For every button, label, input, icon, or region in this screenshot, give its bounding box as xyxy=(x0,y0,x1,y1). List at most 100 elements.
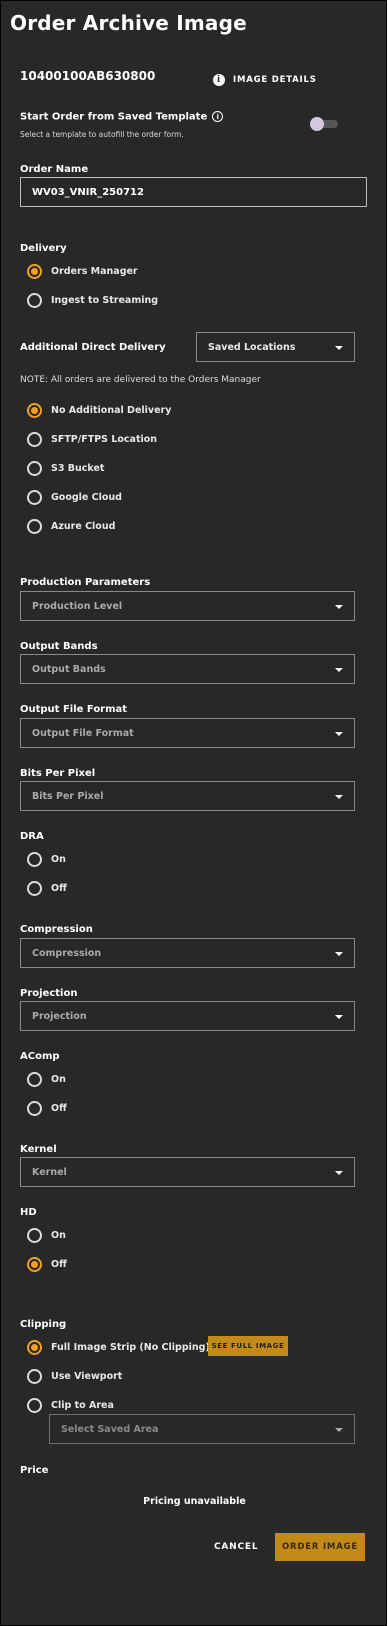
delivery-label: Delivery xyxy=(20,243,67,254)
compression-label: Compression xyxy=(20,924,93,935)
delivery-option-orders-manager[interactable]: Orders Manager xyxy=(27,264,138,279)
acomp-option-off[interactable]: Off xyxy=(27,1101,67,1116)
production-label: Production Parameters xyxy=(20,577,151,588)
output-format-select[interactable]: Output File Format xyxy=(20,718,355,748)
radio[interactable] xyxy=(27,1398,42,1413)
select-value: Select Saved Area xyxy=(61,1424,159,1435)
radio-label: No Additional Delivery xyxy=(51,405,172,416)
see-full-image-button[interactable]: SEE FULL IMAGE xyxy=(208,1336,288,1356)
kernel-label: Kernel xyxy=(20,1144,57,1155)
select-value: Projection xyxy=(32,1011,87,1022)
radio-label: Google Cloud xyxy=(51,492,122,503)
select-value: Kernel xyxy=(32,1167,67,1178)
hd-option-on[interactable]: On xyxy=(27,1228,66,1243)
select-value: Compression xyxy=(32,948,102,959)
radio-label: Clip to Area xyxy=(51,1400,114,1411)
caret-down-icon xyxy=(335,346,343,350)
radio[interactable] xyxy=(27,461,42,476)
radio-selected[interactable] xyxy=(27,264,42,279)
radio-label: Orders Manager xyxy=(51,266,138,277)
radio-label: Use Viewport xyxy=(51,1371,123,1382)
caret-down-icon xyxy=(335,795,343,799)
hd-label: HD xyxy=(20,1207,37,1218)
projection-select[interactable]: Projection xyxy=(20,1001,355,1031)
clipping-option-full-strip[interactable]: Full Image Strip (No Clipping) xyxy=(27,1340,210,1355)
dra-option-on[interactable]: On xyxy=(27,852,66,867)
additional-option-s3[interactable]: S3 Bucket xyxy=(27,461,104,476)
output-bands-select[interactable]: Output Bands xyxy=(20,654,355,684)
radio-label: Ingest to Streaming xyxy=(51,295,159,306)
info-icon: i xyxy=(213,74,225,86)
radio[interactable] xyxy=(27,881,42,896)
radio-label: Azure Cloud xyxy=(51,521,116,532)
radio[interactable] xyxy=(27,490,42,505)
clipping-label: Clipping xyxy=(20,1319,67,1330)
template-toggle[interactable] xyxy=(310,117,338,131)
radio[interactable] xyxy=(27,1228,42,1243)
order-name-label: Order Name xyxy=(20,164,89,175)
dra-option-off[interactable]: Off xyxy=(27,881,67,896)
radio-label: Off xyxy=(51,1259,67,1270)
radio[interactable] xyxy=(27,852,42,867)
select-value: Output Bands xyxy=(32,664,106,675)
saved-locations-select[interactable]: Saved Locations xyxy=(196,332,355,362)
price-label: Price xyxy=(20,1465,49,1476)
clipping-option-viewport[interactable]: Use Viewport xyxy=(27,1369,122,1384)
caret-down-icon xyxy=(335,1171,343,1175)
caret-down-icon xyxy=(335,1428,343,1432)
bits-per-pixel-select[interactable]: Bits Per Pixel xyxy=(20,781,355,811)
bits-per-pixel-label: Bits Per Pixel xyxy=(20,768,96,779)
radio-label: On xyxy=(51,1074,66,1085)
additional-option-none[interactable]: No Additional Delivery xyxy=(27,403,171,418)
radio[interactable] xyxy=(27,1369,42,1384)
order-image-button[interactable]: ORDER IMAGE xyxy=(275,1533,365,1561)
radio[interactable] xyxy=(27,1101,42,1116)
output-format-label: Output File Format xyxy=(20,704,128,715)
radio-label: On xyxy=(51,854,66,865)
radio[interactable] xyxy=(27,432,42,447)
select-value: Saved Locations xyxy=(208,342,296,353)
additional-option-google-cloud[interactable]: Google Cloud xyxy=(27,490,122,505)
radio-label: SFTP/FTPS Location xyxy=(51,434,158,445)
additional-option-sftp[interactable]: SFTP/FTPS Location xyxy=(27,432,157,447)
additional-delivery-label: Additional Direct Delivery xyxy=(20,342,166,353)
caret-down-icon xyxy=(335,605,343,609)
hd-option-off[interactable]: Off xyxy=(27,1257,67,1272)
radio[interactable] xyxy=(27,293,42,308)
output-bands-label: Output Bands xyxy=(20,641,98,652)
saved-area-select[interactable]: Select Saved Area xyxy=(49,1414,355,1444)
radio-selected[interactable] xyxy=(27,1340,42,1355)
caret-down-icon xyxy=(335,1015,343,1019)
radio[interactable] xyxy=(27,1072,42,1087)
image-details-label: IMAGE DETAILS xyxy=(233,75,317,85)
template-label: Start Order from Saved Template i xyxy=(20,111,224,123)
radio-selected[interactable] xyxy=(27,403,42,418)
kernel-select[interactable]: Kernel xyxy=(20,1157,355,1187)
image-details-button[interactable]: i IMAGE DETAILS xyxy=(213,74,317,86)
radio-label: Full Image Strip (No Clipping) xyxy=(51,1342,210,1353)
order-name-input[interactable] xyxy=(20,177,367,207)
radio-label: On xyxy=(51,1230,66,1241)
additional-option-azure-cloud[interactable]: Azure Cloud xyxy=(27,519,115,534)
select-value: Output File Format xyxy=(32,728,134,739)
info-outline-icon[interactable]: i xyxy=(212,111,224,122)
clipping-option-clip-area[interactable]: Clip to Area xyxy=(27,1398,114,1413)
pricing-status: Pricing unavailable xyxy=(143,1496,246,1507)
delivery-option-ingest-streaming[interactable]: Ingest to Streaming xyxy=(27,293,158,308)
catalog-id: 10400100AB630800 xyxy=(20,69,156,83)
caret-down-icon xyxy=(335,952,343,956)
compression-select[interactable]: Compression xyxy=(20,938,355,968)
toggle-knob xyxy=(310,117,324,131)
select-value: Bits Per Pixel xyxy=(32,791,104,802)
acomp-label: AComp xyxy=(20,1051,60,1062)
acomp-option-on[interactable]: On xyxy=(27,1072,66,1087)
cancel-button[interactable]: CANCEL xyxy=(214,1542,258,1552)
radio-selected[interactable] xyxy=(27,1257,42,1272)
caret-down-icon xyxy=(335,668,343,672)
radio[interactable] xyxy=(27,519,42,534)
select-value: Production Level xyxy=(32,601,123,612)
panel-title: Order Archive Image xyxy=(10,11,247,35)
production-level-select[interactable]: Production Level xyxy=(20,591,355,621)
radio-label: Off xyxy=(51,883,67,894)
dra-label: DRA xyxy=(20,831,44,842)
